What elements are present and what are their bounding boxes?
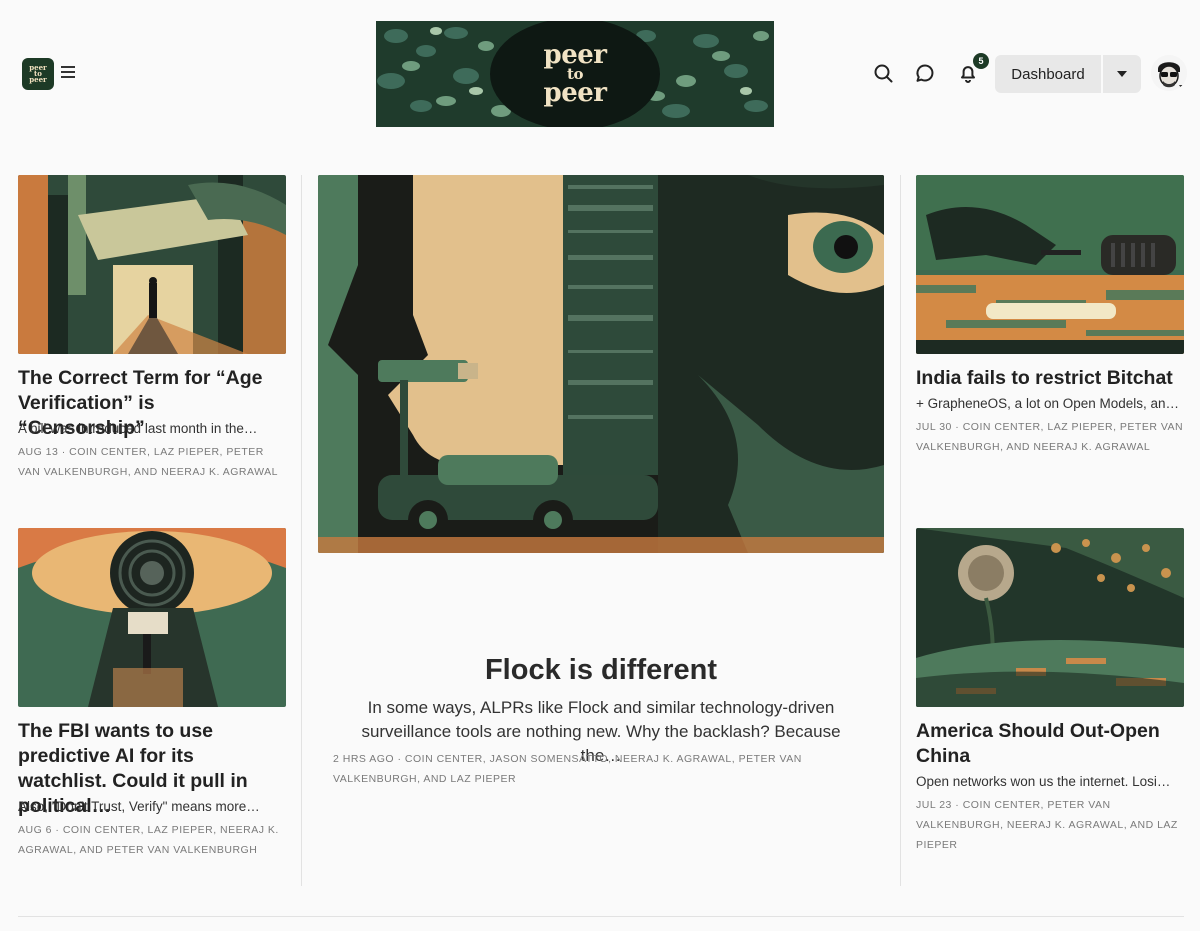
featured-post-thumbnail[interactable] <box>318 175 884 553</box>
post-thumbnail[interactable] <box>18 528 286 707</box>
post-thumbnail[interactable] <box>916 528 1184 707</box>
banner-wordmark: peer to peer <box>376 21 774 127</box>
avatar-caret-icon <box>1179 85 1187 91</box>
search-icon[interactable] <box>872 62 894 84</box>
notification-badge: 5 <box>973 53 989 69</box>
post-subtitle: A bill was introduced last month in the… <box>18 421 258 436</box>
post-meta: JUL 23 · COIN CENTER, PETER VAN VALKENBU… <box>916 799 1178 851</box>
post-illustration <box>18 175 286 354</box>
post-thumbnail[interactable] <box>916 175 1184 354</box>
chat-icon[interactable] <box>914 62 936 84</box>
post-meta: AUG 13 · COIN CENTER, LAZ PIEPER, PETER … <box>18 446 278 478</box>
post-illustration <box>916 528 1184 707</box>
column-divider-right <box>900 175 901 886</box>
menu-icon[interactable] <box>61 66 75 80</box>
section-divider <box>18 916 1184 917</box>
post-title[interactable]: India fails to restrict Bitchat <box>916 366 1184 391</box>
post-meta: AUG 6 · COIN CENTER, LAZ PIEPER, NEERAJ … <box>18 824 279 856</box>
column-divider-left <box>301 175 302 886</box>
publication-logo[interactable]: peer to peer <box>22 58 54 90</box>
caret-down-icon <box>1117 71 1127 77</box>
post-title[interactable]: America Should Out-Open China <box>916 719 1184 769</box>
publication-banner[interactable]: peer to peer <box>376 21 774 127</box>
featured-post-meta: 2 HRS AGO · COIN CENTER, JASON SOMENSATT… <box>333 753 802 785</box>
site-header: peer to peer peer to peer 5 Dashboard <box>0 0 1200 150</box>
banner-word-1: peer <box>543 40 607 70</box>
post-illustration <box>18 528 286 707</box>
banner-word-3: peer <box>543 78 607 108</box>
post-subtitle: + GrapheneOS, a lot on Open Models, an… <box>916 396 1180 411</box>
post-thumbnail[interactable] <box>18 175 286 354</box>
post-meta: JUL 30 · COIN CENTER, LAZ PIEPER, PETER … <box>916 421 1184 453</box>
post-illustration <box>916 175 1184 354</box>
dashboard-button[interactable]: Dashboard <box>995 55 1101 93</box>
dashboard-menu-button[interactable] <box>1103 55 1141 93</box>
avatar[interactable] <box>1151 55 1187 91</box>
post-subtitle: Open networks won us the internet. Losi… <box>916 774 1171 789</box>
logo-word-3: peer <box>29 75 47 84</box>
post-subtitle: Also, "Don't Trust, Verify" means more… <box>18 799 260 814</box>
featured-post-illustration <box>318 175 884 553</box>
featured-post-title[interactable]: Flock is different <box>318 652 884 688</box>
